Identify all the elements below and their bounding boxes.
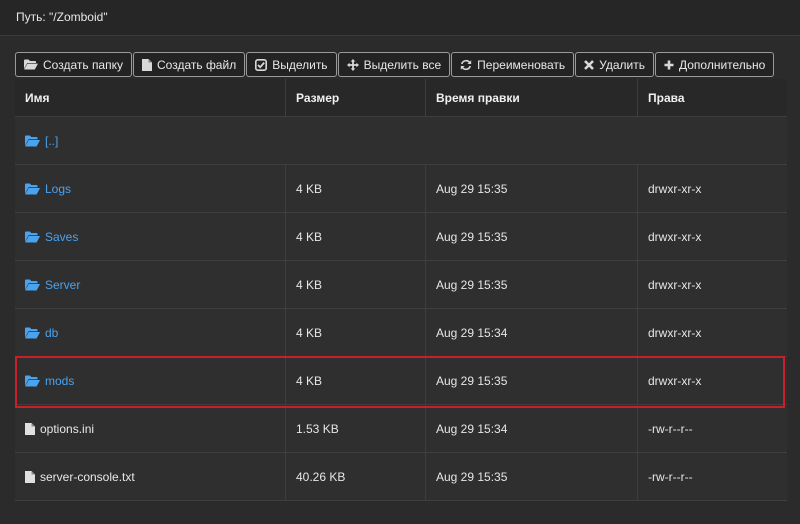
create-folder-button[interactable]: Создать папку: [15, 52, 132, 77]
modified-cell: Aug 29 15:34: [426, 309, 638, 356]
folder-open-icon: [25, 375, 40, 386]
column-header-name[interactable]: Имя: [15, 79, 286, 116]
delete-button[interactable]: Удалить: [575, 52, 654, 77]
rename-label: Переименовать: [477, 57, 566, 72]
table-row[interactable]: server-console.txt 40.26 KB Aug 29 15:35 -r…: [15, 453, 787, 501]
file-entry[interactable]: server-console.txt: [25, 470, 135, 484]
refresh-icon: [460, 59, 472, 70]
file-icon: [142, 58, 152, 71]
parent-directory-label: [..]: [45, 133, 59, 148]
name-cell: server-console.txt: [15, 453, 286, 500]
close-icon: [584, 59, 595, 70]
modified-cell: Aug 29 15:35: [426, 453, 638, 500]
file-table: Имя Размер Время правки Права [..] Logs 4…: [15, 79, 787, 501]
table-row[interactable]: Logs 4 KB Aug 29 15:35 drwxr-xr-x: [15, 165, 787, 213]
perms-cell: drwxr-xr-x: [648, 181, 702, 196]
file-name: mods: [45, 373, 75, 388]
size-cell: 1.53 KB: [286, 405, 426, 452]
parent-directory-cell: [..]: [15, 117, 787, 164]
table-row[interactable]: options.ini 1.53 KB Aug 29 15:34 -rw-r--r--: [15, 405, 787, 453]
size-cell: 4 KB: [286, 213, 426, 260]
modified-cell: Aug 29 15:35: [426, 357, 638, 404]
folder-link[interactable]: Server: [25, 278, 80, 292]
folder-open-icon: [25, 135, 40, 146]
select-button[interactable]: Выделить: [246, 52, 337, 77]
file-name: Saves: [45, 229, 79, 244]
file-icon: [25, 422, 35, 435]
perms-cell: -rw-r--r--: [648, 469, 693, 484]
name-cell: options.ini: [15, 405, 286, 452]
table-row[interactable]: Saves 4 KB Aug 29 15:35 drwxr-xr-x: [15, 213, 787, 261]
table-row[interactable]: mods 4 KB Aug 29 15:35 drwxr-xr-x: [15, 357, 787, 405]
file-name: options.ini: [40, 421, 95, 436]
folder-open-icon: [24, 59, 38, 70]
modified-cell: Aug 29 15:35: [426, 261, 638, 308]
perms-cell: drwxr-xr-x: [648, 229, 702, 244]
parent-directory-row: [..]: [15, 117, 787, 165]
plus-icon: [664, 60, 674, 69]
perms-cell: drwxr-xr-x: [648, 325, 702, 340]
more-label: Дополнительно: [678, 57, 766, 72]
move-arrows-icon: [346, 58, 359, 71]
name-cell: Saves: [15, 213, 286, 260]
modified-cell: Aug 29 15:35: [426, 165, 638, 212]
file-name: db: [45, 325, 59, 340]
create-file-label: Создать файл: [157, 57, 237, 72]
modified-cell: Aug 29 15:34: [426, 405, 638, 452]
perms-cell: -rw-r--r--: [648, 421, 693, 436]
check-square-icon: [255, 58, 268, 71]
table-header: Имя Размер Время правки Права: [15, 79, 787, 117]
perms-cell: drwxr-xr-x: [648, 373, 702, 388]
table-row[interactable]: db 4 KB Aug 29 15:34 drwxr-xr-x: [15, 309, 787, 357]
file-entry[interactable]: options.ini: [25, 422, 94, 436]
current-path: Путь: "/Zomboid": [0, 0, 800, 36]
size-cell: 4 KB: [286, 357, 426, 404]
rename-button[interactable]: Переименовать: [451, 52, 575, 77]
file-icon: [25, 470, 35, 483]
select-all-label: Выделить все: [363, 57, 442, 72]
column-header-perms[interactable]: Права: [638, 79, 787, 116]
file-name: server-console.txt: [40, 469, 135, 484]
name-cell: Server: [15, 261, 286, 308]
select-label: Выделить: [272, 57, 328, 72]
folder-open-icon: [25, 279, 40, 290]
folder-link[interactable]: Saves: [25, 230, 78, 244]
folder-link[interactable]: Logs: [25, 182, 71, 196]
name-cell: mods: [15, 357, 286, 404]
create-file-button[interactable]: Создать файл: [133, 52, 246, 77]
column-header-modified[interactable]: Время правки: [426, 79, 638, 116]
column-header-size[interactable]: Размер: [286, 79, 426, 116]
folder-link[interactable]: db: [25, 326, 58, 340]
create-folder-label: Создать папку: [43, 57, 123, 72]
table-row[interactable]: Server 4 KB Aug 29 15:35 drwxr-xr-x: [15, 261, 787, 309]
folder-open-icon: [25, 183, 40, 194]
size-cell: 4 KB: [286, 309, 426, 356]
folder-open-icon: [25, 231, 40, 242]
name-cell: Logs: [15, 165, 286, 212]
toolbar: Создать папку Создать файл Выделить Выде…: [15, 52, 775, 77]
delete-label: Удалить: [599, 57, 645, 72]
modified-cell: Aug 29 15:35: [426, 213, 638, 260]
parent-directory-link[interactable]: [..]: [25, 134, 58, 148]
size-cell: 40.26 KB: [286, 453, 426, 500]
select-all-button[interactable]: Выделить все: [337, 52, 451, 77]
size-cell: 4 KB: [286, 165, 426, 212]
file-name: Server: [45, 277, 81, 292]
name-cell: db: [15, 309, 286, 356]
size-cell: 4 KB: [286, 261, 426, 308]
folder-link[interactable]: mods: [25, 374, 74, 388]
perms-cell: drwxr-xr-x: [648, 277, 702, 292]
more-button[interactable]: Дополнительно: [654, 52, 775, 77]
folder-open-icon: [25, 327, 40, 338]
file-name: Logs: [45, 181, 72, 196]
